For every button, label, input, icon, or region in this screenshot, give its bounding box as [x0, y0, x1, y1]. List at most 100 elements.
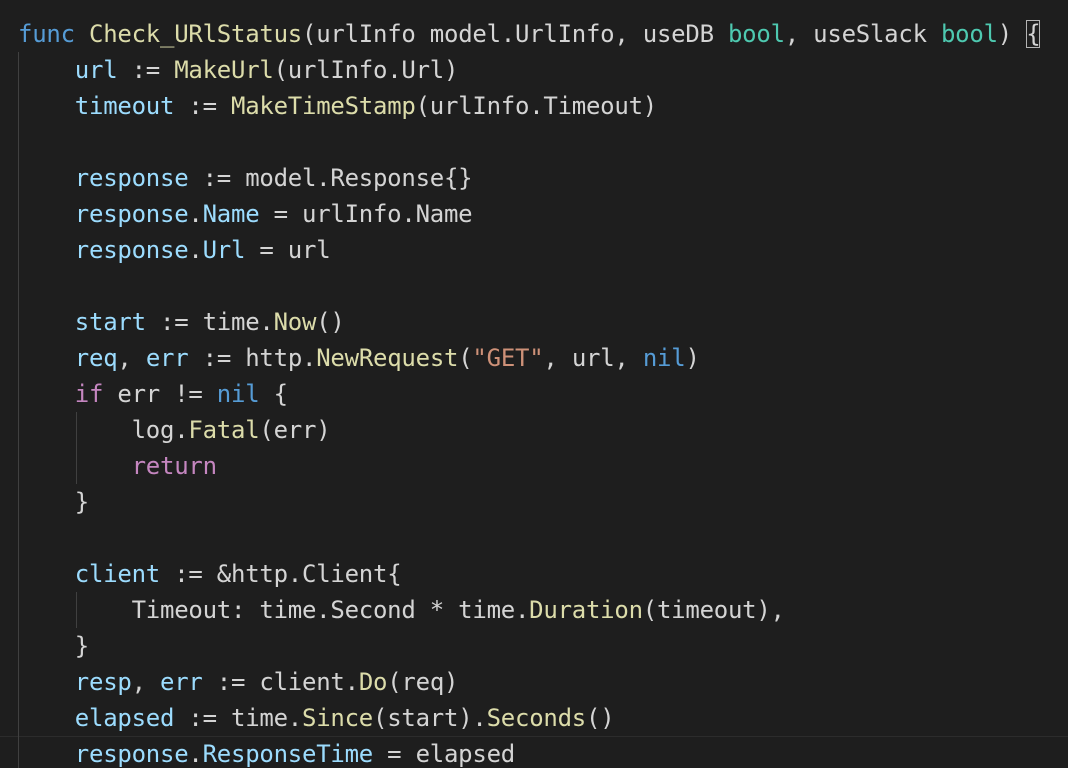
code-line-14[interactable]: } — [18, 484, 89, 520]
function-name-token: NewRequest — [316, 344, 459, 372]
code-token: := &http.Client{ — [160, 560, 402, 588]
code-line-19[interactable]: resp, err := client.Do(req) — [18, 664, 459, 700]
code-token: . — [188, 740, 203, 768]
keyword-token: nil — [216, 380, 260, 408]
code-token: := — [174, 92, 231, 120]
code-token: () — [586, 704, 615, 732]
string-literal-token: "GET" — [472, 344, 544, 372]
identifier-token: ResponseTime — [202, 740, 374, 768]
code-token: := time. — [174, 704, 302, 732]
code-token: = url — [245, 236, 331, 264]
code-token: := client. — [202, 668, 359, 696]
identifier-token: response — [74, 740, 189, 768]
code-token: log. — [131, 416, 189, 444]
code-line-20[interactable]: elapsed := time.Since(start).Seconds() — [18, 700, 615, 736]
code-token: , — [117, 344, 146, 372]
code-token: := — [117, 56, 175, 84]
code-token: ) — [685, 344, 700, 372]
code-token: := http. — [188, 344, 317, 372]
function-name-token: Since — [302, 704, 373, 732]
code-token: (timeout), — [642, 596, 785, 624]
code-token: . — [188, 236, 203, 264]
function-name-token: Duration — [529, 596, 643, 624]
code-token: = urlInfo.Name — [259, 200, 473, 228]
code-line-11[interactable]: if err != nil { — [18, 376, 288, 412]
keyword-token: func — [18, 20, 75, 48]
code-token: = elapsed — [372, 740, 515, 768]
identifier-token: response — [74, 200, 189, 228]
type-token: bool — [940, 20, 998, 48]
code-line-3[interactable]: timeout := MakeTimeStamp(urlInfo.Timeout… — [18, 88, 657, 124]
code-line-6[interactable]: response.Name = urlInfo.Name — [18, 196, 473, 232]
identifier-token: response — [74, 236, 189, 264]
code-token: ) — [997, 20, 1027, 48]
code-token: Timeout: time.Second * time. — [131, 596, 530, 624]
identifier-token: elapsed — [74, 704, 175, 732]
code-line-2[interactable]: url := MakeUrl(urlInfo.Url) — [18, 52, 459, 88]
code-line-17[interactable]: Timeout: time.Second * time.Duration(tim… — [18, 592, 785, 628]
code-token: } — [74, 632, 89, 660]
identifier-token: response — [74, 164, 189, 192]
code-token: . — [188, 200, 203, 228]
function-name-token: MakeTimeStamp — [231, 92, 416, 120]
code-editor[interactable]: func Check_URlStatus(urlInfo model.UrlIn… — [0, 0, 1068, 768]
code-token: := time. — [145, 308, 274, 336]
code-line-10[interactable]: req, err := http.NewRequest("GET", url, … — [18, 340, 700, 376]
function-name-token: Do — [358, 668, 388, 696]
code-token: () — [316, 308, 345, 336]
code-line-18[interactable]: } — [18, 628, 89, 664]
code-line-13[interactable]: return — [18, 448, 217, 484]
code-token: { — [259, 380, 288, 408]
code-token: (urlInfo model.UrlInfo, useDB — [302, 20, 728, 48]
function-name-token: Seconds — [486, 704, 587, 732]
function-name-token: Check_URlStatus — [89, 20, 302, 48]
code-token: } — [74, 488, 89, 516]
identifier-token: err — [145, 344, 189, 372]
code-token: , — [131, 668, 160, 696]
function-name-token: Fatal — [188, 416, 260, 444]
code-line-9[interactable]: start := time.Now() — [18, 304, 345, 340]
identifier-token: client — [74, 560, 160, 588]
code-token: (start). — [373, 704, 487, 732]
code-line-12[interactable]: log.Fatal(err) — [18, 412, 331, 448]
code-line-16[interactable]: client := &http.Client{ — [18, 556, 402, 592]
identifier-token: timeout — [74, 92, 175, 120]
identifier-token: req — [74, 344, 118, 372]
code-token: ( — [458, 344, 473, 372]
identifier-token: url — [74, 56, 118, 84]
code-line-21[interactable]: response.ResponseTime = elapsed — [18, 736, 515, 768]
code-line-1[interactable]: func Check_URlStatus(urlInfo model.UrlIn… — [18, 16, 1041, 52]
identifier-token: resp — [74, 668, 132, 696]
keyword-token: return — [131, 452, 217, 480]
code-token: , useSlack — [784, 20, 941, 48]
code-token: , url, — [543, 344, 643, 372]
function-name-token: MakeUrl — [174, 56, 274, 84]
identifier-token: Url — [202, 236, 246, 264]
code-line-5[interactable]: response := model.Response{} — [18, 160, 473, 196]
type-token: bool — [727, 20, 785, 48]
function-name-token: Now — [273, 308, 317, 336]
code-token: (req) — [387, 668, 459, 696]
identifier-token: err — [160, 668, 203, 696]
code-line-7[interactable]: response.Url = url — [18, 232, 331, 268]
code-token: (urlInfo.Timeout) — [415, 92, 658, 120]
matching-bracket: { — [1026, 20, 1041, 48]
code-token: := model.Response{} — [188, 164, 473, 192]
identifier-token: Name — [202, 200, 260, 228]
